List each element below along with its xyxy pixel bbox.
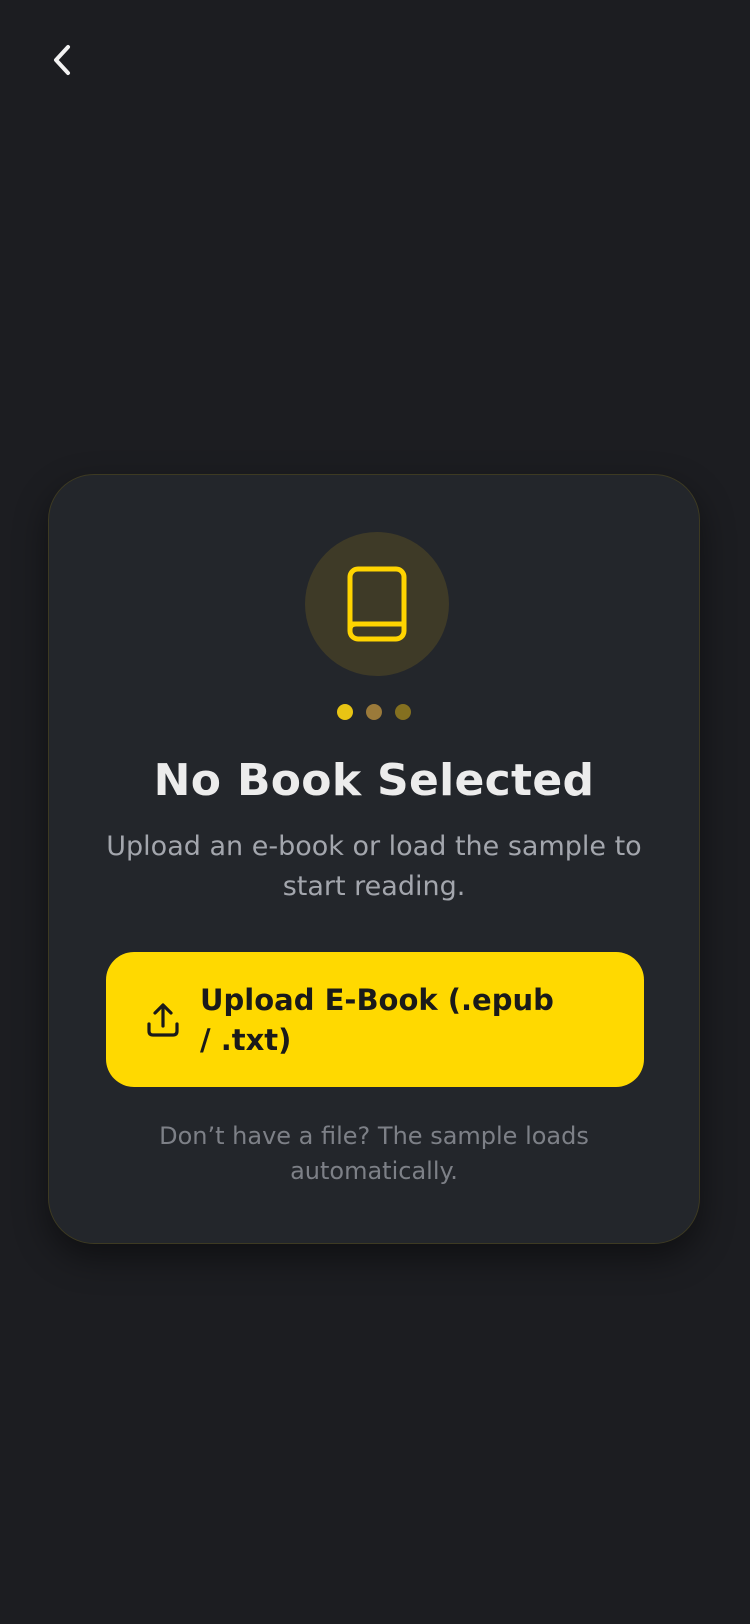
- book-icon: [346, 566, 408, 642]
- loading-dot: [337, 704, 353, 720]
- chevron-left-icon: [50, 42, 74, 78]
- upload-button-label: Upload E-Book (.epub / .txt): [200, 982, 554, 1057]
- upload-ebook-button[interactable]: Upload E-Book (.epub / .txt): [106, 952, 644, 1087]
- loading-dot: [395, 704, 411, 720]
- loading-dots: [49, 704, 699, 720]
- empty-state-subtitle: Upload an e-book or load the sample to s…: [106, 831, 642, 902]
- sample-hint: Don’t have a file? The sample loads auto…: [159, 1122, 589, 1185]
- loading-dot: [366, 704, 382, 720]
- empty-state-title: No Book Selected: [153, 755, 595, 806]
- upload-icon: [146, 1002, 180, 1038]
- empty-state-card: No Book Selected Upload an e-book or loa…: [48, 474, 700, 1244]
- book-icon-badge: [305, 532, 449, 676]
- back-button[interactable]: [38, 36, 86, 84]
